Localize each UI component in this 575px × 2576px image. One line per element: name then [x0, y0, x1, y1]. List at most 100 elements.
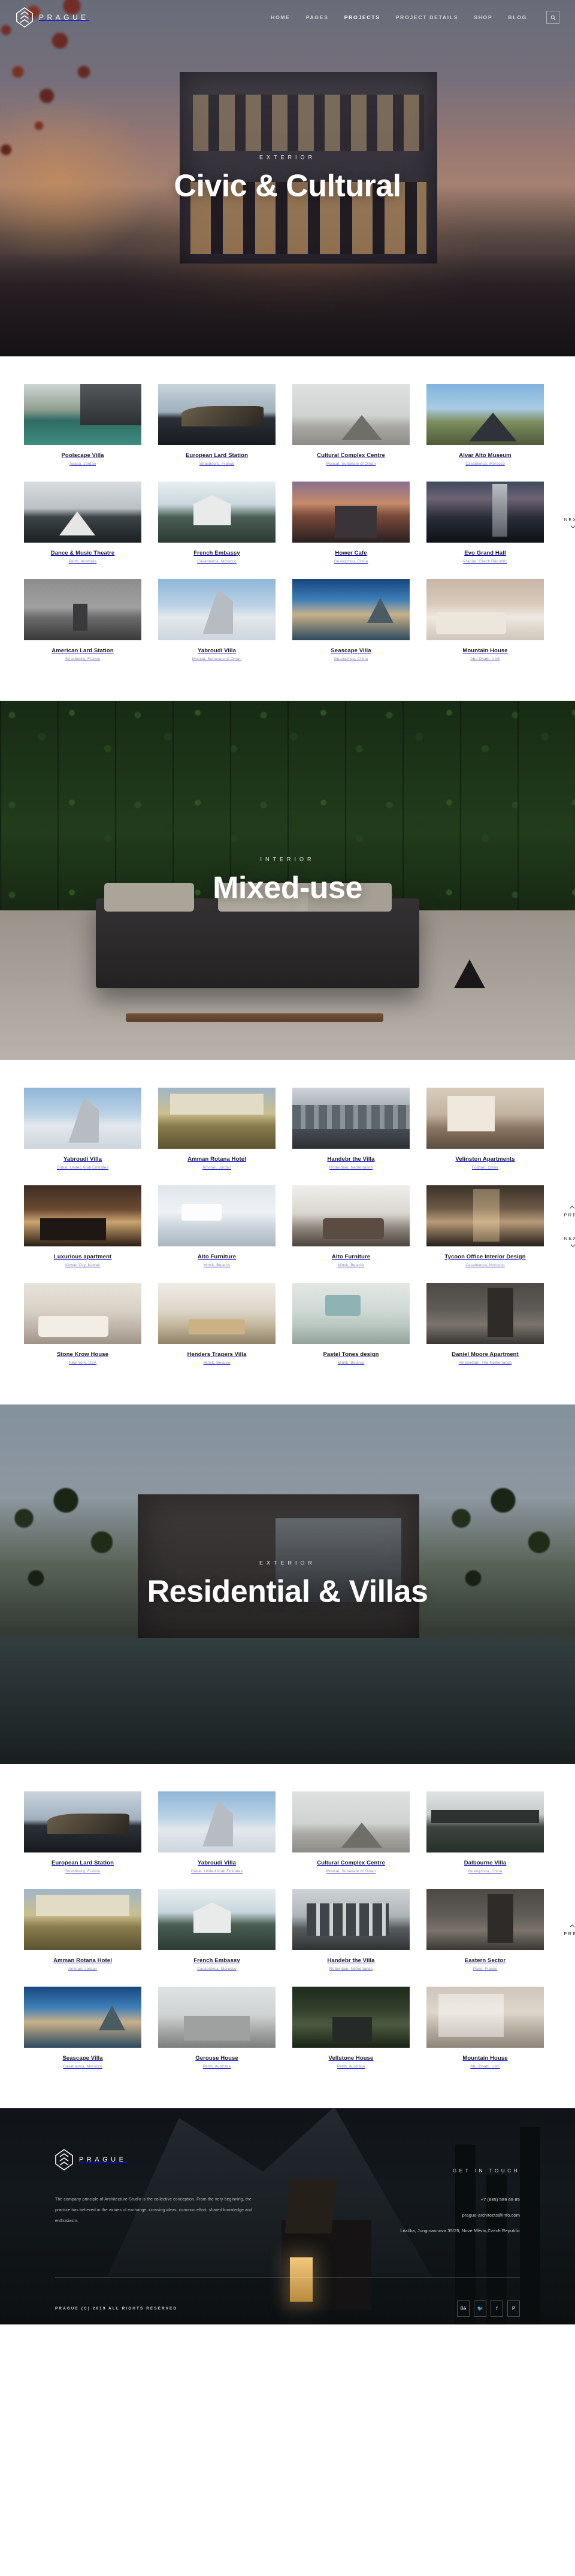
project-card[interactable]: European Lard Station Strasbourg, France	[24, 1791, 141, 1873]
project-grid-mixed-use: Yabroudi Villa Dubai, United Arab Emirat…	[0, 1060, 575, 1404]
project-title: Cultural Complex Centre	[317, 452, 385, 459]
project-card[interactable]: Hower Cafe Guangzhou, China	[292, 482, 410, 564]
project-card[interactable]: Handebr the Villa Rotterdam, Netherlands	[292, 1889, 410, 1971]
nav-item-project-details[interactable]: PROJECT DETAILS	[396, 14, 459, 20]
project-thumbnail	[426, 1088, 544, 1149]
facebook-icon[interactable]: f	[491, 2300, 503, 2317]
hero-mixed-use: INTERIOR Mixed-use	[0, 701, 575, 1060]
project-location: Minsk, Belarus	[203, 1361, 231, 1365]
project-card[interactable]: Cultural Complex Centre Muscat, Sultanat…	[292, 1791, 410, 1873]
twitter-icon[interactable]: 🐦	[474, 2300, 486, 2317]
project-card[interactable]: Gerouse House Perth, Australia	[158, 1987, 276, 2069]
project-card[interactable]: French Embassy Casablanca, Morocco	[158, 1889, 276, 1971]
project-location: Amman, Jordan	[68, 1967, 97, 1971]
project-card[interactable]: Dance & Music Theatre Perth, Australia	[24, 482, 141, 564]
grid-row: Stone Krow House New York, USA Henders T…	[24, 1283, 551, 1365]
nav-item-home[interactable]: HOME	[271, 14, 290, 20]
project-card[interactable]: Amman Rotana Hotel Amman, Jordan	[24, 1889, 141, 1971]
project-location: Muscat, Sultanate of Oman	[192, 657, 242, 661]
project-title: Henders Tragers Villa	[187, 1351, 247, 1358]
project-card[interactable]: Henders Tragers Villa Minsk, Belarus	[158, 1283, 276, 1365]
project-card[interactable]: Daniel Moore Apartment Amsterdam, The Ne…	[426, 1283, 544, 1365]
footer-divider	[55, 2277, 520, 2278]
nav-item-shop[interactable]: SHOP	[474, 14, 492, 20]
grid-prev-button[interactable]: PREV	[564, 1205, 575, 1218]
project-thumbnail	[158, 1088, 276, 1149]
nav-item-projects[interactable]: PROJECTS	[344, 14, 380, 20]
project-card[interactable]: Poolscape Villa Aqaba, Jordan	[24, 384, 141, 466]
project-card[interactable]: Luxurious apartment Kuwait City, Kuwait	[24, 1185, 141, 1267]
project-location: Amman, Jordan	[202, 1166, 231, 1170]
project-thumbnail	[24, 1088, 141, 1149]
project-card[interactable]: Mountain House Abu Dhabi, UAE	[426, 579, 544, 661]
project-card[interactable]: Vellstone House Perth, Australia	[292, 1987, 410, 2069]
project-thumbnail	[24, 579, 141, 640]
project-card[interactable]: Seascape Villa Guangzhou, China	[292, 579, 410, 661]
project-location: New York, USA	[68, 1361, 97, 1365]
project-card[interactable]: Evo Grand Hall Prague, Czech Republic	[426, 482, 544, 564]
grid-prev-button[interactable]: PREV	[564, 1924, 575, 1936]
project-card[interactable]: Amman Rotana Hotel Amman, Jordan	[158, 1088, 276, 1170]
project-title: Vellstone House	[328, 2055, 374, 2062]
project-card[interactable]: Seascape Villa Casablanca, Morocco	[24, 1987, 141, 2069]
project-location: Abu Dhabi, UAE	[470, 2065, 500, 2069]
project-card[interactable]: Mountain House Abu Dhabi, UAE	[426, 1987, 544, 2069]
project-location: Dubai, United Arab Emirates	[190, 1869, 243, 1873]
project-location: Guangzhou, China	[468, 1869, 503, 1873]
project-location: Strasbourg, France	[199, 462, 235, 466]
project-card[interactable]: Yabroudi Villa Dubai, United Arab Emirat…	[158, 1791, 276, 1873]
hero-residential-villas: EXTERIOR Residential & Villas	[0, 1404, 575, 1764]
project-card[interactable]: Yabroudi Villa Dubai, United Arab Emirat…	[24, 1088, 141, 1170]
project-card[interactable]: Handebr the Villa Rotterdam, Netherlands	[292, 1088, 410, 1170]
chevron-up-icon	[570, 1924, 575, 1927]
nav-item-blog[interactable]: BLOG	[508, 14, 527, 20]
project-title: Amman Rotana Hotel	[187, 1156, 246, 1163]
hero-kicker: EXTERIOR	[259, 154, 316, 161]
project-card[interactable]: Stone Krow House New York, USA	[24, 1283, 141, 1365]
project-thumbnail	[292, 1283, 410, 1344]
project-card[interactable]: Alto Furniture Minsk, Belarus	[292, 1185, 410, 1267]
footer-brand-logo[interactable]: PRAGUE	[55, 2149, 253, 2171]
project-card[interactable]: Cultural Complex Centre Muscat, Sultanat…	[292, 384, 410, 466]
project-card[interactable]: French Embassy Casablanca, Morocco	[158, 482, 276, 564]
pinterest-icon[interactable]: P	[507, 2300, 520, 2317]
project-card[interactable]: Tycoon Office Interior Design Casablanca…	[426, 1185, 544, 1267]
project-thumbnail	[292, 482, 410, 543]
grid-next-button[interactable]: NEXT	[564, 1236, 575, 1248]
project-card[interactable]: Yabroudi Villa Muscat, Sultanate of Oman	[158, 579, 276, 661]
nav-item-pages[interactable]: PAGES	[306, 14, 329, 20]
project-card[interactable]: Dalbourne Villa Guangzhou, China	[426, 1791, 544, 1873]
grid-row: Seascape Villa Casablanca, Morocco Gerou…	[24, 1987, 551, 2069]
project-card[interactable]: Velinston Apartments Foshan, China	[426, 1088, 544, 1170]
footer-top-row: PRAGUE The company principle of Architec…	[55, 2149, 520, 2244]
search-button[interactable]	[546, 11, 559, 24]
project-card[interactable]: Eastern Sector Paris, France	[426, 1889, 544, 1971]
project-card[interactable]: Pastel Tones design Minsk, Belarus	[292, 1283, 410, 1365]
project-location: Casablanca, Morocco	[465, 1263, 505, 1267]
footer-content: PRAGUE The company principle of Architec…	[55, 2108, 520, 2317]
project-thumbnail	[24, 1987, 141, 2048]
project-thumbnail	[158, 1791, 276, 1852]
project-thumbnail	[158, 1283, 276, 1344]
project-card[interactable]: Alvar Alto Museum Casablanca, Morocco	[426, 384, 544, 466]
site-header: PRAGUE HOME PAGES PROJECTS PROJECT DETAI…	[0, 0, 575, 35]
grid-prev-label: PREV	[564, 1930, 575, 1936]
grid-row: Yabroudi Villa Dubai, United Arab Emirat…	[24, 1088, 551, 1170]
project-title: Yabroudi Villa	[63, 1156, 102, 1163]
grid-next-button[interactable]: NEXT	[564, 517, 575, 529]
project-thumbnail	[292, 1791, 410, 1852]
project-location: Foshan, China	[471, 1166, 499, 1170]
hero-kicker: EXTERIOR	[259, 1560, 316, 1566]
project-location: Muscat, Sultanate of Oman	[326, 462, 376, 466]
footer-phone[interactable]: +7 (885) 589 69 85	[400, 2197, 520, 2202]
project-location: Dubai, United Arab Emirates	[56, 1166, 109, 1170]
behance-icon[interactable]: Bē	[457, 2300, 470, 2317]
project-location: Muscat, Sultanate of Oman	[326, 1869, 376, 1873]
project-card[interactable]: Alto Furniture Minsk, Belarus	[158, 1185, 276, 1267]
project-card[interactable]: American Lard Station Strasbourg, France	[24, 579, 141, 661]
project-card[interactable]: European Lard Station Strasbourg, France	[158, 384, 276, 466]
brand-logo[interactable]: PRAGUE	[16, 7, 89, 28]
footer-email[interactable]: prague-architects@info.com	[400, 2212, 520, 2218]
project-title: Velinston Apartments	[455, 1156, 515, 1163]
hero-title: Mixed-use	[213, 870, 362, 906]
